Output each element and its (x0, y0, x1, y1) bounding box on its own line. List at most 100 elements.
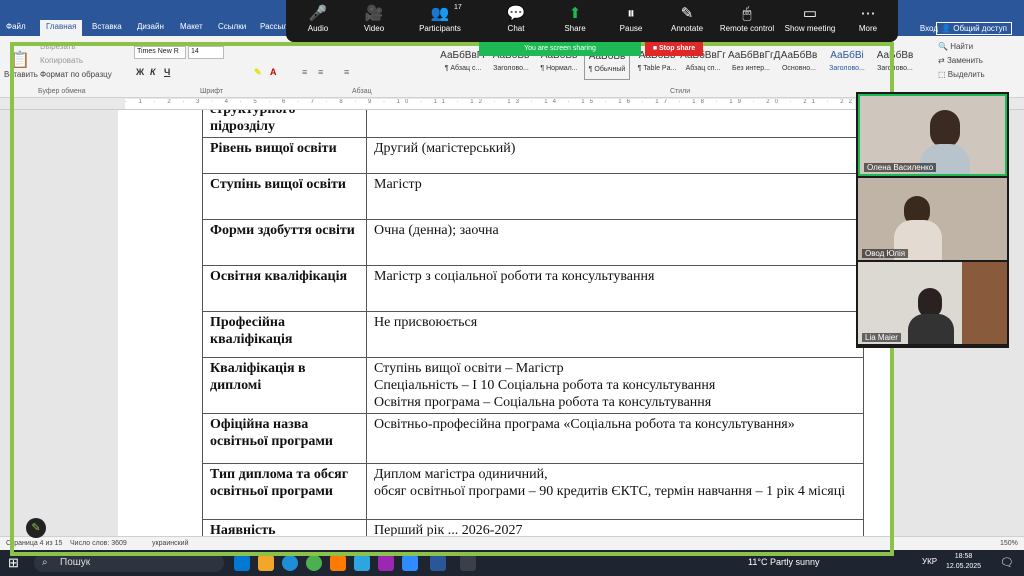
styles-group-label: Стили (670, 88, 691, 95)
tab-insert[interactable]: Вставка (92, 22, 122, 31)
row-key[interactable]: Рівень вищої освіти (202, 137, 367, 174)
row-value[interactable]: Освітньо-професійна програма «Соціальна … (366, 413, 864, 464)
share-account-button[interactable]: 👤 Общий доступ (936, 22, 1012, 35)
mail-app-icon[interactable] (234, 555, 250, 571)
select-button[interactable]: ⬚ Выделить (938, 70, 985, 79)
tab-design[interactable]: Дизайн (137, 22, 164, 31)
zoom-app-icon[interactable] (402, 555, 418, 571)
row-value[interactable] (366, 110, 864, 138)
taskbar-search[interactable]: ⌕ Пошук (34, 554, 224, 572)
copy-button[interactable]: Копировать (40, 56, 83, 65)
format-painter-button[interactable]: Формат по образцу (40, 70, 112, 79)
row-value[interactable]: Перший рік ... 2026-2027 (366, 519, 864, 536)
annotate-floating-button[interactable]: ✎ (26, 518, 46, 538)
underline-button[interactable]: Ч (164, 67, 170, 77)
edge-browser-icon[interactable] (282, 555, 298, 571)
share-button[interactable]: ⬆ Share (545, 4, 605, 33)
windows-start-icon[interactable]: ⊞ (8, 555, 19, 571)
tab-home[interactable]: Главная (40, 20, 83, 36)
align-center-icon[interactable]: ≡ (318, 67, 323, 77)
row-value[interactable]: Не присвоюється (366, 311, 864, 358)
word-app-icon[interactable] (430, 555, 446, 571)
style-item[interactable]: АаБбВв Заголово... (872, 50, 918, 80)
paste-button[interactable]: 📋 Вставить (4, 50, 38, 80)
participant-video-tile[interactable]: Олена Василенко (858, 94, 1007, 176)
pause-label: Pause (619, 24, 643, 33)
more-button[interactable]: ⋯ More (838, 4, 898, 33)
cut-button[interactable]: Вырезать (40, 42, 76, 51)
participant-video-tile[interactable]: Lia Maier (858, 262, 1007, 344)
row-key[interactable]: структурного підрозділу (202, 110, 367, 138)
clock[interactable]: 18:58 12.05.2025 (946, 552, 981, 572)
replace-button[interactable]: ⇄ Заменить (938, 56, 983, 65)
telegram-icon[interactable] (354, 555, 370, 571)
row-key[interactable]: Форми здобуття освіти (202, 219, 367, 266)
row-value[interactable]: Очна (денна); заочна (366, 219, 864, 266)
stop-share-button[interactable]: ■ Stop share (645, 42, 703, 56)
notifications-icon[interactable]: 🗨 (1000, 556, 1014, 569)
app-icon[interactable] (330, 555, 346, 571)
chrome-browser-icon[interactable] (306, 555, 322, 571)
select-icon: ⬚ (938, 70, 946, 79)
annotate-button[interactable]: ✎ Annotate (657, 4, 717, 33)
chat-button[interactable]: 💬 Chat (486, 4, 546, 33)
document-page[interactable]: структурного підрозділуРівень вищої осві… (118, 110, 894, 536)
style-item[interactable]: АаБбВі Заголово... (824, 50, 870, 80)
row-value[interactable]: Магістр (366, 173, 864, 220)
pen-icon: ✎ (31, 522, 41, 534)
row-key[interactable]: Професійна кваліфікація (202, 311, 367, 358)
participant-video (858, 262, 1007, 344)
stop-share-label: Stop share (659, 45, 696, 52)
row-key[interactable]: Тип диплома та обсяг освітньої програми (202, 463, 367, 520)
highlight-icon[interactable]: ✎ (254, 67, 262, 78)
tab-references[interactable]: Ссылки (218, 22, 246, 31)
pause-share-button[interactable]: ⏸ Pause (601, 4, 661, 33)
participants-button[interactable]: 👥 Participants 17 (410, 4, 470, 33)
video-button[interactable]: 🎥 Video (344, 4, 404, 33)
row-value[interactable]: Магістр з соціальної роботи та консульту… (366, 265, 864, 312)
show-meeting-button[interactable]: ▭ Show meeting (780, 4, 840, 33)
language-indicator[interactable]: украинский (152, 540, 189, 547)
viber-icon[interactable] (378, 555, 394, 571)
font-color-icon[interactable]: A (270, 67, 277, 77)
row-key[interactable]: Наявність (202, 519, 367, 536)
file-explorer-icon[interactable] (258, 555, 274, 571)
zoom-level[interactable]: 150% (1000, 540, 1018, 547)
find-button[interactable]: 🔍 Найти (938, 42, 973, 51)
tab-file[interactable]: Файл (6, 22, 26, 31)
italic-button[interactable]: К (150, 67, 156, 77)
search-icon: ⌕ (42, 557, 48, 568)
row-key[interactable]: Ступінь вищої освіти (202, 173, 367, 220)
participant-name: Овод Юлія (862, 249, 909, 258)
page-count[interactable]: Страница 4 из 15 (6, 540, 62, 547)
align-justify-icon[interactable]: ≡ (344, 67, 349, 77)
style-label: Без интер... (731, 65, 770, 72)
row-key[interactable]: Офіційна назва освітньої програми (202, 413, 367, 464)
app-icon[interactable] (460, 555, 476, 571)
font-size-box[interactable]: 14 (188, 46, 224, 59)
font-name-box[interactable]: Times New R (134, 46, 186, 59)
audio-button[interactable]: 🎤 Audio (288, 4, 348, 33)
row-value[interactable]: Ступінь вищої освіти – Магістр Спеціальн… (366, 357, 864, 414)
table-row: структурного підрозділу (202, 110, 864, 138)
row-key[interactable]: Освітня кваліфікація (202, 265, 367, 312)
participant-person-shape (930, 110, 960, 148)
weather-widget[interactable]: 11°C Partly sunny (748, 557, 819, 567)
bold-button[interactable]: Ж (136, 67, 144, 77)
participant-video-tile[interactable]: Овод Юлія (858, 178, 1007, 260)
more-icon: ⋯ (860, 5, 876, 22)
replace-icon: ⇄ (938, 56, 945, 65)
pause-icon: ⏸ (627, 5, 635, 22)
remote-control-button[interactable]: 🖱 Remote control (717, 4, 777, 33)
style-item[interactable]: АаБбВвГгД Без интер... (728, 50, 780, 80)
align-left-icon[interactable]: ≡ (302, 67, 307, 77)
tab-layout[interactable]: Макет (180, 22, 203, 31)
style-preview: АаБбВі (830, 50, 864, 61)
input-language[interactable]: УКР (922, 557, 937, 566)
word-count[interactable]: Число слов: 3609 (70, 540, 127, 547)
row-value[interactable]: Диплом магістра одиничний, обсяг освітнь… (366, 463, 864, 520)
row-value[interactable]: Другий (магістерський) (366, 137, 864, 174)
style-item[interactable]: АаБбВв Основно... (776, 50, 822, 80)
row-key[interactable]: Кваліфікація в дипломі (202, 357, 367, 414)
tab-mailings[interactable]: Рассыл (260, 22, 288, 31)
